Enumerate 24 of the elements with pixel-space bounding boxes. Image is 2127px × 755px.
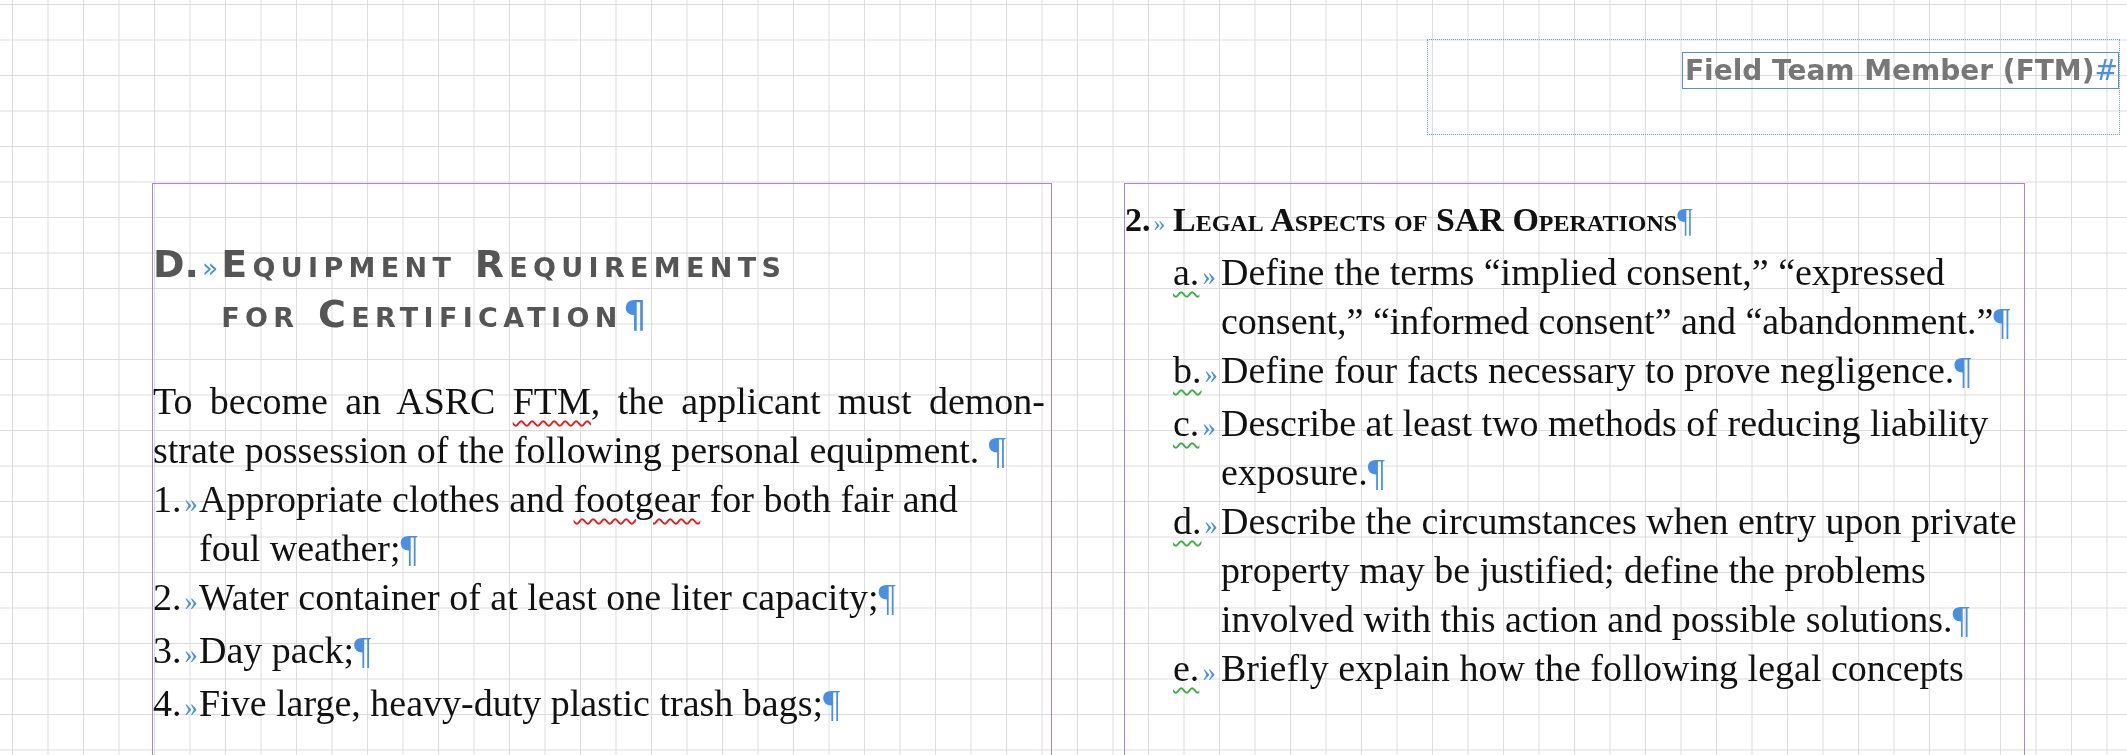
list-letter: c.» bbox=[1173, 401, 1217, 446]
list-number: 3.» bbox=[153, 628, 199, 673]
list-number: 2.» bbox=[153, 575, 199, 620]
list-item-text: Five large, heavy-duty plastic trash bags;¶ bbox=[199, 681, 842, 726]
section-number: D.» bbox=[153, 241, 220, 288]
section-number: 2.» bbox=[1125, 200, 1167, 240]
list-item-text: Appropriate clothes and footgear for both fair and foul weather;¶ bbox=[199, 477, 959, 571]
section-heading: Equipment Requirements for Certification¶ bbox=[221, 241, 788, 338]
list-letter: e.» bbox=[1173, 646, 1217, 691]
section-heading: Legal Aspects of SAR Operations¶ bbox=[1173, 200, 1693, 240]
list-item-text: Water container of at least one liter capacity;¶ bbox=[199, 575, 897, 620]
list-number: 4.» bbox=[153, 681, 199, 726]
list-item-text: Define the terms “implied consent,” “expressed consent,” “informed consent” and “abandonment.”¶ bbox=[1221, 250, 2012, 344]
list-item-text: Define four facts necessary to prove negligence.¶ bbox=[1221, 348, 1973, 393]
list-letter: d.» bbox=[1173, 499, 1219, 544]
list-letter: b.» bbox=[1173, 348, 1219, 393]
list-letter: a.» bbox=[1173, 250, 1217, 295]
list-item-text: Briefly explain how the following legal concepts bbox=[1221, 646, 1965, 691]
list-item-text: Describe the circumstances when entry upon private property may be justified; define the problems involved with this action and possible solutions.¶ bbox=[1221, 499, 2018, 642]
intro-paragraph: To become an ASRC FTM, the applicant must demon-strate possession of the following personal equipment. ¶ bbox=[153, 379, 1046, 473]
running-head: Field Team Member (FTM)# bbox=[1681, 52, 2119, 89]
list-item-text: Describe at least two methods of reducing liability exposure.¶ bbox=[1221, 401, 1990, 495]
list-number: 1.» bbox=[153, 477, 199, 522]
list-item-text: Day pack;¶ bbox=[199, 628, 373, 673]
